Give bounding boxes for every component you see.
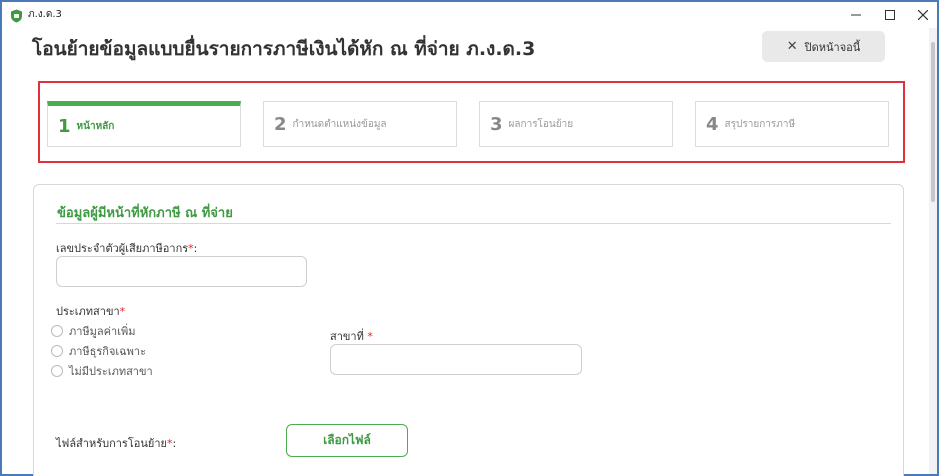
close-icon xyxy=(918,10,928,20)
minimize-icon xyxy=(851,14,861,16)
window-close-button[interactable] xyxy=(905,2,939,28)
step-3-transfer-result[interactable]: 3 ผลการโอนย้าย xyxy=(479,101,673,147)
branch-no-input[interactable] xyxy=(330,344,582,375)
choose-file-button[interactable]: เลือกไฟล์ xyxy=(286,424,408,457)
radio-specific-business-tax[interactable]: ภาษีธุรกิจเฉพาะ xyxy=(51,342,146,360)
close-icon: ✕ xyxy=(786,39,798,54)
step-label: ผลการโอนย้าย xyxy=(508,118,574,130)
step-number: 4 xyxy=(706,113,719,135)
radio-circle[interactable] xyxy=(51,345,63,357)
minimize-button[interactable] xyxy=(838,2,874,28)
radio-no-branch-type[interactable]: ไม่มีประเภทสาขา xyxy=(51,362,153,380)
step-label: หน้าหลัก xyxy=(76,120,115,132)
window-title: ภ.ง.ด.3 xyxy=(28,9,62,20)
radio-circle[interactable] xyxy=(51,325,63,337)
app-window: ภ.ง.ด.3 โอนย้ายข้อมูลแบบยื่นรายการภาษีเง… xyxy=(0,0,939,476)
step-number: 3 xyxy=(490,113,503,135)
section-title: ข้อมูลผู้มีหน้าที่หักภาษี ณ ที่จ่าย xyxy=(57,206,233,221)
branch-type-label: ประเภทสาขา* xyxy=(56,305,126,318)
radio-vat[interactable]: ภาษีมูลค่าเพิ่ม xyxy=(51,322,135,340)
section-divider xyxy=(56,223,891,224)
step-4-tax-summary[interactable]: 4 สรุปรายการภาษี xyxy=(695,101,889,147)
close-page-button[interactable]: ✕ ปิดหน้าจอนี้ xyxy=(762,31,885,62)
step-2-data-position[interactable]: 2 กำหนดตำแหน่งข้อมูล xyxy=(263,101,457,147)
tax-id-label: เลขประจำตัวผู้เสียภาษีอากร*: xyxy=(56,242,198,255)
title-bar: ภ.ง.ด.3 xyxy=(2,2,937,28)
form-card xyxy=(33,184,904,476)
step-1-home[interactable]: 1 หน้าหลัก xyxy=(47,101,241,147)
radio-label: ภาษีธุรกิจเฉพาะ xyxy=(69,345,146,358)
radio-label: ไม่มีประเภทสาขา xyxy=(69,365,153,378)
maximize-button[interactable] xyxy=(872,2,908,28)
step-label: สรุปรายการภาษี xyxy=(724,118,796,130)
close-page-label: ปิดหน้าจอนี้ xyxy=(804,40,861,54)
maximize-icon xyxy=(885,10,895,20)
shield-icon xyxy=(10,8,23,23)
radio-label: ภาษีมูลค่าเพิ่ม xyxy=(69,325,136,338)
branch-no-label: สาขาที่ * xyxy=(330,330,373,343)
file-label: ไฟล์สำหรับการโอนย้าย*: xyxy=(56,437,177,450)
step-number: 2 xyxy=(274,113,287,135)
radio-circle[interactable] xyxy=(51,365,63,377)
scrollbar-thumb[interactable] xyxy=(931,42,935,202)
step-label: กำหนดตำแหน่งข้อมูล xyxy=(292,118,387,130)
page-title: โอนย้ายข้อมูลแบบยื่นรายการภาษีเงินได้หัก… xyxy=(32,38,536,60)
tax-id-input[interactable] xyxy=(56,256,307,287)
step-number: 1 xyxy=(58,115,71,137)
